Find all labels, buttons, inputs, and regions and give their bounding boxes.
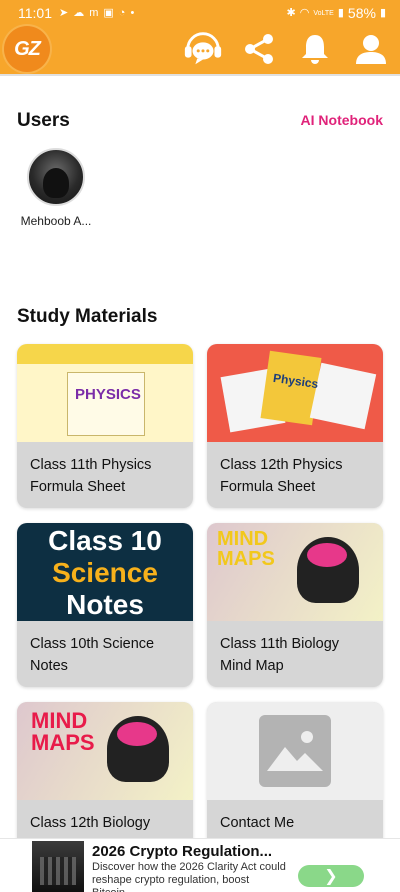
ad-image: [32, 841, 84, 892]
thumb-text: PHYSICS: [75, 386, 141, 403]
study-card-physics-12[interactable]: Physics Class 12th Physics Formula Sheet: [207, 344, 383, 508]
study-card-biology-11[interactable]: MIND MAPS Class 11th Biology Mind Map: [207, 523, 383, 687]
ai-notebook-link[interactable]: AI Notebook: [301, 112, 383, 128]
volte-icon: VoLTE: [313, 9, 334, 17]
users-title: Users: [17, 110, 70, 131]
image-placeholder-icon: [259, 715, 331, 787]
app-logo[interactable]: GZ: [4, 26, 50, 72]
battery-icon: ▮: [379, 6, 386, 19]
ad-title: 2026 Crypto Regulation...: [92, 843, 273, 860]
logo-text: GZ: [14, 37, 41, 60]
user-item[interactable]: Mehboob A...: [17, 148, 95, 228]
cloud-icon: ☁: [73, 6, 85, 19]
telegram-icon: ➤: [59, 6, 69, 19]
thumb-text: MIND MAPS: [31, 708, 95, 755]
wifi-icon: ◠: [299, 6, 310, 19]
ad-banner[interactable]: 2026 Crypto Regulation... Discover how t…: [0, 838, 400, 892]
study-card-physics-11[interactable]: PHYSICS Class 11th Physics Formula Sheet: [17, 344, 193, 508]
card-thumbnail: MIND MAPS: [207, 523, 383, 621]
user-name: Mehboob A...: [20, 214, 92, 228]
avatar: [27, 148, 85, 206]
ad-description: Discover how the 2026 Clarity Act could …: [92, 861, 286, 892]
support-chat-icon[interactable]: [182, 28, 224, 70]
card-label: Class 12th Physics Formula Sheet: [220, 457, 343, 495]
app-bar: GZ: [0, 26, 400, 74]
user-icon[interactable]: [350, 28, 392, 70]
card-thumbnail: [207, 702, 383, 800]
battery-percentage: 58%: [347, 5, 376, 21]
card-thumbnail: PHYSICS: [17, 344, 193, 442]
ad-cta-button[interactable]: ❯: [298, 865, 364, 887]
app-bar-divider: [0, 74, 400, 76]
share-icon[interactable]: [238, 28, 280, 70]
status-time: 11:01: [18, 5, 52, 21]
signal-bars-icon: ▮: [337, 6, 344, 19]
card-label: Contact Me: [220, 815, 295, 831]
dot-icon: •: [130, 6, 135, 19]
thumb-text-line: Science: [52, 557, 158, 588]
bluetooth-icon: ✱: [286, 6, 296, 19]
mail-icon: m: [89, 6, 99, 19]
card-label: Class 11th Physics Formula Sheet: [30, 457, 152, 495]
thumb-text: MIND MAPS: [217, 528, 275, 570]
card-thumbnail: Physics: [207, 344, 383, 442]
card-thumbnail: Class 10 Science Notes: [17, 523, 193, 621]
card-label: Class 11th Biology Mind Map: [220, 636, 340, 674]
news-icon: ▣: [103, 6, 114, 19]
app-screen: 11:01 ➤ ☁ m ▣ ◔ • ✱ ◠ VoLTE ▮ 58% ▮ GZ U…: [0, 0, 400, 892]
arrow-right-icon: ❯: [324, 868, 338, 885]
bell-icon[interactable]: [294, 28, 336, 70]
status-bar: 11:01 ➤ ☁ m ▣ ◔ • ✱ ◠ VoLTE ▮ 58% ▮: [0, 0, 400, 26]
study-materials-title: Study Materials: [17, 306, 158, 327]
card-label: Class 10th Science Notes: [30, 636, 155, 674]
thumb-text-line: Class 10: [48, 525, 162, 556]
thumb-text-line: Notes: [66, 589, 144, 620]
card-thumbnail: MIND MAPS: [17, 702, 193, 800]
study-card-science-10[interactable]: Class 10 Science Notes Class 10th Scienc…: [17, 523, 193, 687]
signal-icon: ◔: [118, 6, 126, 19]
